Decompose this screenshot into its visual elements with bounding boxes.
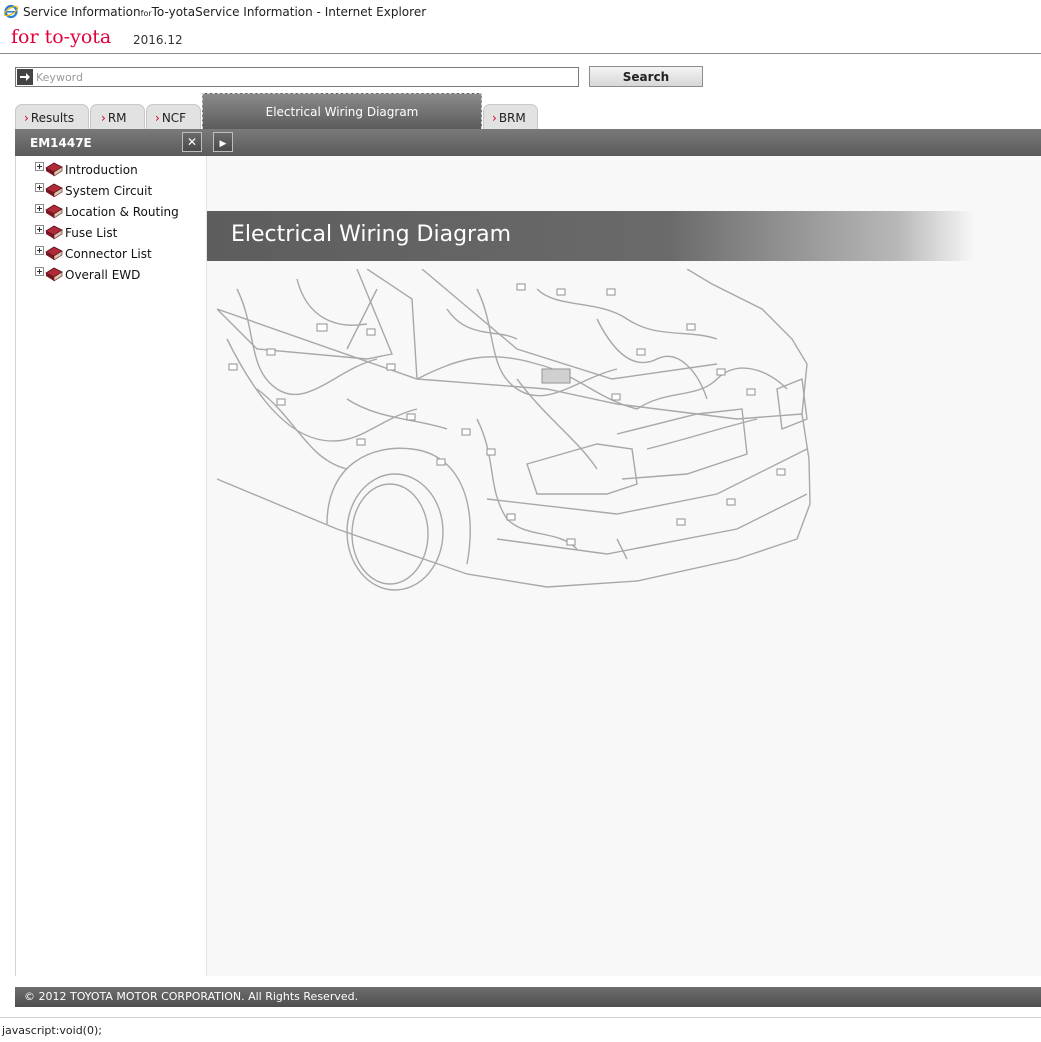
brand-logo: for to-yota [11, 26, 112, 48]
chevron-right-icon: › [101, 111, 106, 125]
chevron-right-icon: › [155, 111, 160, 125]
close-button[interactable]: ✕ [182, 132, 202, 152]
page-title: Electrical Wiring Diagram [231, 222, 512, 247]
content-area: Electrical Wiring Diagram [207, 156, 1041, 976]
play-right-icon: ▶ [219, 138, 227, 148]
tab-ncf[interactable]: › NCF [146, 104, 201, 129]
book-icon [45, 204, 63, 219]
window-titlebar: Service InformationforTo-yotaService Inf… [0, 0, 1041, 24]
search-box [15, 67, 579, 87]
vehicle-wiring-illustration [217, 269, 811, 591]
header-divider [0, 53, 1041, 54]
book-icon [45, 246, 63, 261]
search-input[interactable] [34, 68, 578, 86]
browser-status-bar: javascript:void(0); [0, 1017, 1041, 1042]
book-icon [45, 183, 63, 198]
document-toolbar: EM1447E ✕ ▶ [15, 129, 1041, 156]
book-icon [45, 267, 63, 282]
tab-brm[interactable]: › BRM [483, 104, 538, 129]
version-label: 2016.12 [133, 33, 183, 47]
title-banner: Electrical Wiring Diagram [207, 211, 975, 261]
book-icon [45, 225, 63, 240]
next-button[interactable]: ▶ [213, 132, 233, 152]
expand-icon[interactable] [35, 225, 44, 234]
expand-icon[interactable] [35, 162, 44, 171]
search-button[interactable]: Search [589, 66, 703, 87]
window-title: Service InformationforTo-yotaService Inf… [23, 5, 427, 19]
tab-electrical-wiring-diagram[interactable]: Electrical Wiring Diagram [202, 93, 482, 129]
expand-icon[interactable] [35, 246, 44, 255]
document-code: EM1447E [30, 136, 92, 150]
copyright-text: © 2012 TOYOTA MOTOR CORPORATION. All Rig… [24, 990, 359, 1003]
expand-icon[interactable] [35, 267, 44, 276]
arrow-right-icon [17, 69, 33, 85]
status-text: javascript:void(0); [2, 1024, 102, 1037]
tab-results[interactable]: › Results [15, 104, 89, 129]
internet-explorer-icon [3, 4, 19, 19]
chevron-right-icon: › [24, 111, 29, 125]
sidebar-tree: Introduction System Circuit Location & R… [15, 156, 207, 976]
expand-icon[interactable] [35, 204, 44, 213]
close-icon: ✕ [186, 135, 198, 149]
expand-icon[interactable] [35, 183, 44, 192]
book-icon [45, 162, 63, 177]
chevron-right-icon: › [492, 111, 497, 125]
tab-rm[interactable]: › RM [90, 104, 145, 129]
footer-bar: © 2012 TOYOTA MOTOR CORPORATION. All Rig… [15, 987, 1041, 1007]
